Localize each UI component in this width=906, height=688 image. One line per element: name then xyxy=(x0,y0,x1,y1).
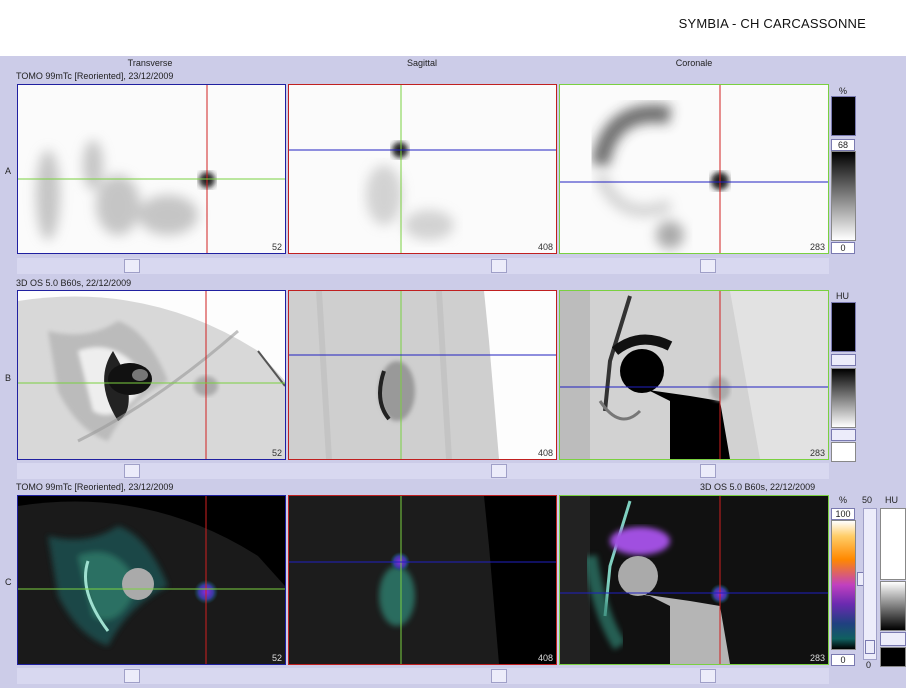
colorbar-a-level[interactable]: 68 xyxy=(831,139,855,151)
spect-transverse-image xyxy=(18,85,285,253)
slice-number: 283 xyxy=(809,242,825,252)
slider-handle-transverse[interactable] xyxy=(124,669,140,683)
slider-handle-transverse[interactable] xyxy=(124,259,140,273)
row-b-label: B xyxy=(5,373,12,383)
fusion-sagittal-view[interactable]: 408 xyxy=(288,495,557,665)
fusion-transverse-image xyxy=(18,496,285,664)
row-c-caption-left: TOMO 99mTc [Reoriented], 23/12/2009 xyxy=(16,482,174,492)
row-a-caption: TOMO 99mTc [Reoriented], 23/12/2009 xyxy=(16,71,174,81)
slider-handle-sagittal[interactable] xyxy=(491,464,507,478)
slice-number: 283 xyxy=(809,448,825,458)
column-header-coronal: Coronale xyxy=(675,58,713,68)
colorbar-c-hu-gradient[interactable] xyxy=(880,581,906,631)
slice-number: 52 xyxy=(271,653,282,663)
row-c-label: C xyxy=(5,577,12,587)
fusion-coronal-image xyxy=(560,496,828,664)
fusion-blend-slider[interactable] xyxy=(863,508,877,660)
colorbar-b-unit: HU xyxy=(836,291,849,301)
spect-sagittal-image xyxy=(289,85,556,253)
column-header-sagittal: Sagittal xyxy=(406,58,438,68)
fusion-blend-handle[interactable] xyxy=(865,640,875,654)
colorbar-a-unit: % xyxy=(839,86,848,96)
institution-title: SYMBIA - CH CARCASSONNE xyxy=(678,16,866,31)
slider-handle-coronal[interactable] xyxy=(700,464,716,478)
spect-coronal-view[interactable]: 283 xyxy=(559,84,829,254)
colorbar-b-min-handle[interactable] xyxy=(831,429,856,441)
slider-handle-coronal[interactable] xyxy=(700,259,716,273)
fusion-transverse-view[interactable]: 52 xyxy=(17,495,286,665)
colorbar-a-gradient[interactable] xyxy=(831,151,856,241)
colorbar-b-gradient[interactable] xyxy=(831,368,856,428)
spect-transverse-view[interactable]: 52 xyxy=(17,84,286,254)
colorbar-c-max[interactable]: 100 xyxy=(831,508,855,520)
colorbar-c-unit: % xyxy=(839,495,848,505)
row-a-label: A xyxy=(5,166,12,176)
colorbar-c-gradient[interactable] xyxy=(831,520,856,650)
slice-number: 408 xyxy=(537,653,553,663)
ct-coronal-view[interactable]: 283 xyxy=(559,290,829,460)
row-c-caption-right: 3D OS 5.0 B60s, 22/12/2009 xyxy=(700,482,816,492)
ct-transverse-view[interactable]: 52 xyxy=(17,290,286,460)
fusion-coronal-view[interactable]: 283 xyxy=(559,495,829,665)
colorbar-b-bottom-window[interactable] xyxy=(831,442,856,462)
slice-number: 283 xyxy=(809,653,825,663)
colorbar-a-top-window[interactable] xyxy=(831,96,856,136)
ct-sagittal-image xyxy=(289,291,556,459)
slice-number: 52 xyxy=(271,242,282,252)
slider-handle-sagittal[interactable] xyxy=(491,259,507,273)
slider-handle-sagittal[interactable] xyxy=(491,669,507,683)
ct-coronal-image xyxy=(560,291,828,459)
fusion-blend-label: 50 xyxy=(862,495,873,505)
colorbar-c-hu-top-window[interactable] xyxy=(880,508,906,580)
spect-coronal-image xyxy=(560,85,828,253)
slice-number: 408 xyxy=(537,448,553,458)
ct-transverse-image xyxy=(18,291,285,459)
slider-handle-transverse[interactable] xyxy=(124,464,140,478)
fusion-sagittal-image xyxy=(289,496,556,664)
column-header-transverse: Transverse xyxy=(127,58,173,68)
colorbar-b-top-window[interactable] xyxy=(831,302,856,352)
app-header: SYMBIA - CH CARCASSONNE xyxy=(0,0,906,56)
colorbar-c-hu-unit: HU xyxy=(885,495,898,505)
slice-number: 52 xyxy=(271,448,282,458)
colorbar-b-level-handle[interactable] xyxy=(831,354,856,366)
slider-handle-coronal[interactable] xyxy=(700,669,716,683)
colorbar-c-hu-bottom-window[interactable] xyxy=(880,647,906,667)
colorbar-c-min[interactable]: 0 xyxy=(831,654,855,666)
row-b-caption: 3D OS 5.0 B60s, 22/12/2009 xyxy=(16,278,132,288)
fusion-blend-min: 0 xyxy=(866,660,872,670)
colorbar-c-hu-handle[interactable] xyxy=(880,632,906,646)
ct-sagittal-view[interactable]: 408 xyxy=(288,290,557,460)
spect-sagittal-view[interactable]: 408 xyxy=(288,84,557,254)
colorbar-a-min[interactable]: 0 xyxy=(831,242,855,254)
slice-number: 408 xyxy=(537,242,553,252)
